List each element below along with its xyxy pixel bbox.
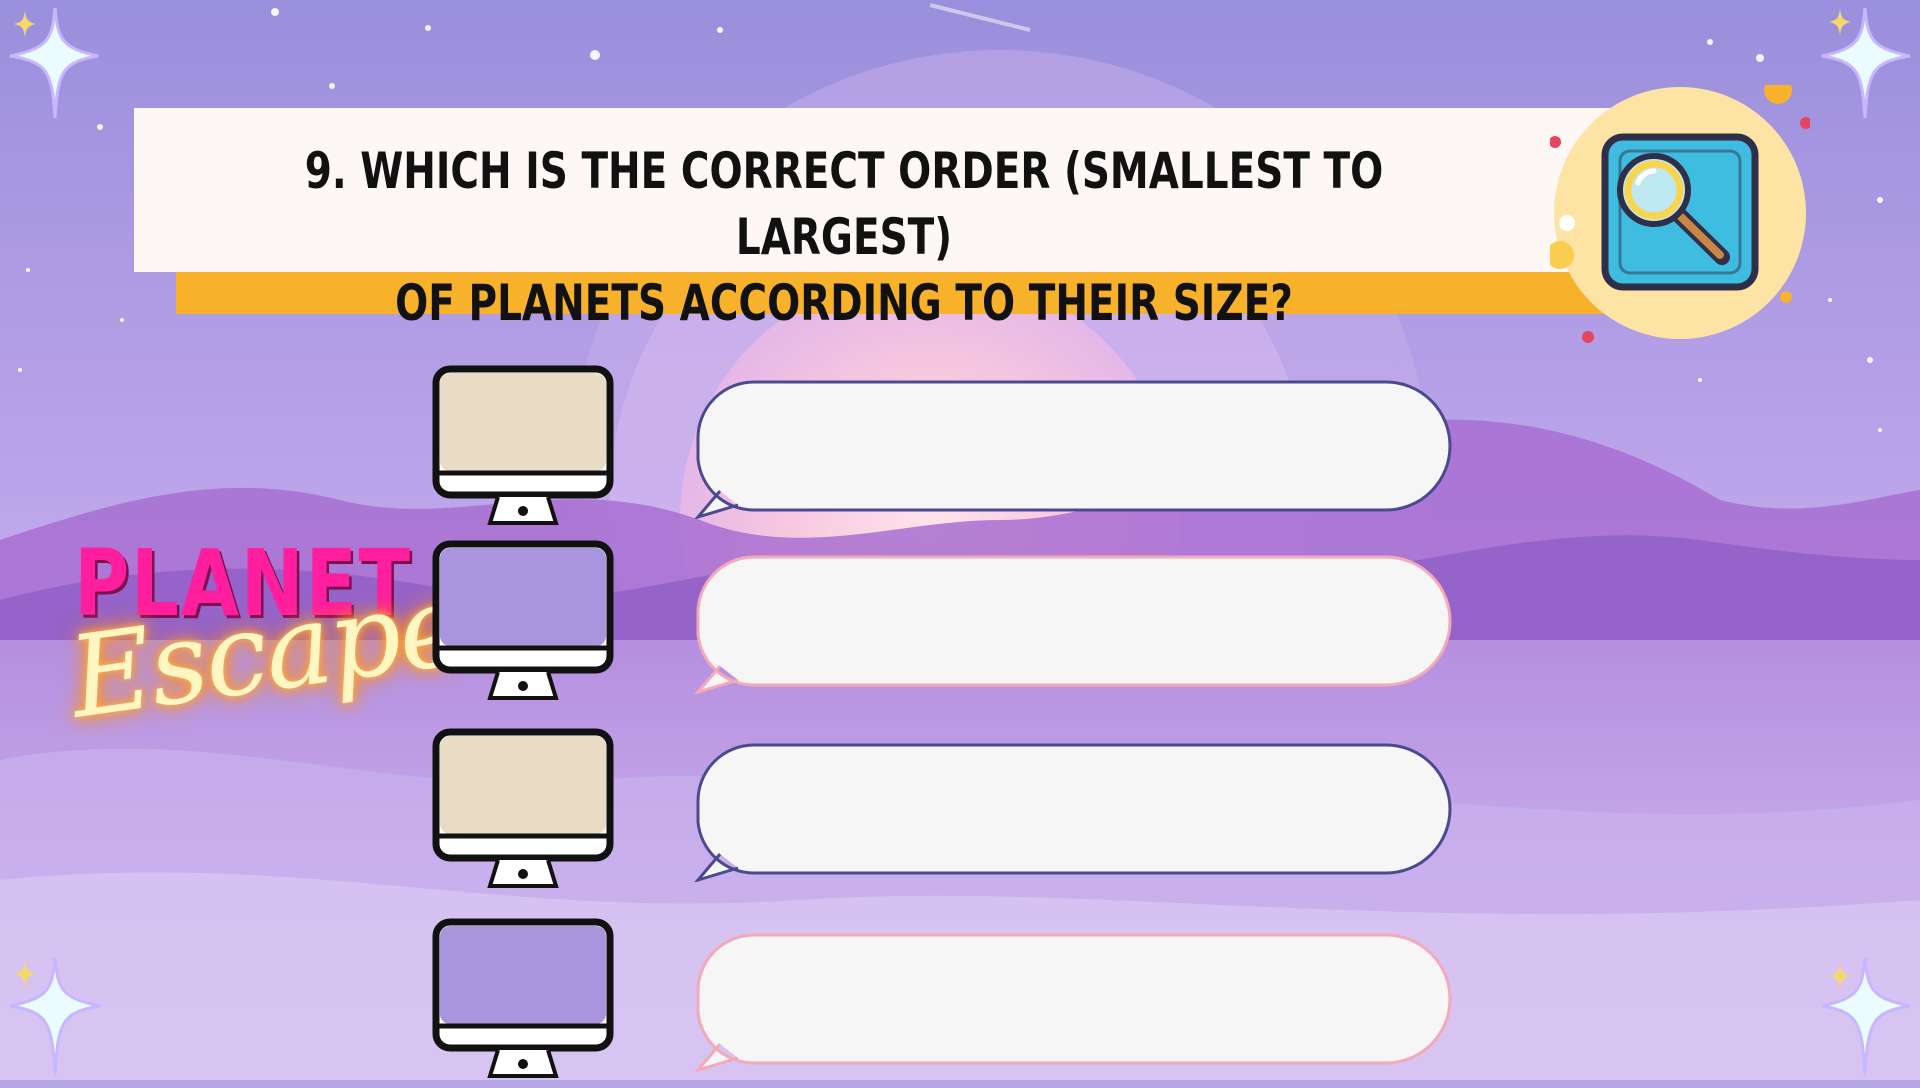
option-row[interactable] — [0, 728, 1920, 898]
magnifying-glass-icon[interactable] — [1550, 85, 1810, 345]
monitor-icon — [432, 365, 614, 525]
sparkle-star-icon — [1821, 7, 1911, 119]
question-text: 9. Which is the correct order (smallest … — [290, 138, 1398, 336]
option-row[interactable] — [0, 540, 1920, 710]
option-row[interactable] — [0, 918, 1920, 1088]
monitor-icon — [432, 540, 614, 700]
option-row[interactable] — [0, 365, 1920, 535]
monitor-icon — [432, 728, 614, 888]
answer-text[interactable] — [730, 586, 1420, 656]
answer-text[interactable] — [730, 964, 1420, 1034]
question-line-2: of planets according to their size? — [395, 274, 1293, 332]
sparkle-star-icon — [9, 7, 99, 119]
question-line-1: 9. Which is the correct order (smallest … — [304, 142, 1384, 266]
monitor-icon — [432, 918, 614, 1078]
answer-text[interactable] — [730, 774, 1420, 844]
answer-text[interactable] — [730, 411, 1420, 481]
